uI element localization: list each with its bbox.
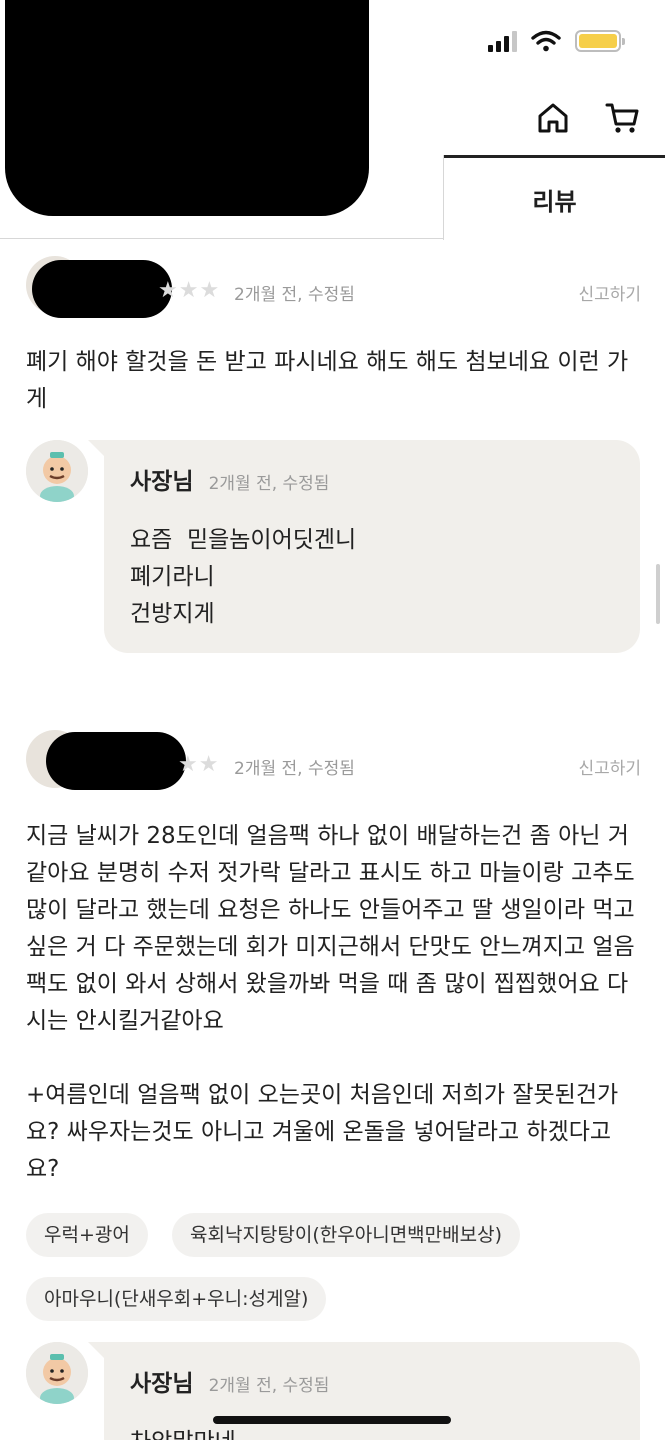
reply-text: 요즘 믿을놈이어딧겐니 폐기라니 건방지게 [130, 522, 614, 633]
reply-line: 건방지게 [130, 601, 215, 627]
status-bar-icons [488, 30, 625, 52]
tab-review[interactable]: 리뷰 [444, 155, 665, 240]
redacted-reviewer-name [46, 732, 186, 790]
tab-review-label: 리뷰 [532, 188, 577, 216]
owner-name: 사장님 [130, 1371, 194, 1397]
rating-stars: ★★★ [158, 278, 221, 303]
tab-bar-border [0, 238, 444, 239]
redacted-reviewer-name [32, 260, 172, 318]
owner-character-icon [26, 1342, 88, 1404]
signal-icon [488, 30, 517, 52]
wifi-icon [531, 30, 561, 52]
review-paragraph: +여름인데 얼음팩 없이 오는곳이 처음인데 저희가 잘못된건가요? 싸우자는것… [26, 1082, 619, 1182]
reply-date: 2개월 전, 수정됨 [208, 1376, 330, 1396]
owner-avatar [26, 1342, 88, 1404]
menu-chip[interactable]: 우럭+광어 [26, 1213, 148, 1257]
review-text: 폐기 해야 할것을 돈 받고 파시네요 해도 해도 첨보네요 이런 가게 [26, 349, 629, 412]
reply-line: 폐기라니 [130, 564, 215, 590]
owner-character-icon [26, 440, 88, 502]
review-date: 2개월 전, 수정됨 [234, 759, 355, 779]
reply-text: 차암말만네 [130, 1424, 614, 1440]
owner-avatar [26, 440, 88, 502]
redacted-status-area [5, 0, 369, 216]
review-date: 2개월 전, 수정됨 [234, 285, 355, 305]
battery-icon [575, 30, 625, 52]
reply-date: 2개월 전, 수정됨 [208, 474, 330, 494]
review-paragraph: 지금 날씨가 28도인데 얼음팩 하나 없이 배달하는건 좀 아닌 거 같아요 … [26, 823, 635, 1034]
review-text: 지금 날씨가 28도인데 얼음팩 하나 없이 배달하는건 좀 아닌 거 같아요 … [26, 818, 641, 1188]
review-header: ★★ 2개월 전, 수정됨 신고하기 [26, 730, 641, 794]
home-indicator[interactable] [213, 1416, 451, 1424]
scroll-indicator[interactable] [656, 564, 660, 624]
report-button[interactable]: 신고하기 [578, 280, 641, 305]
header-actions [535, 100, 641, 136]
report-button[interactable]: 신고하기 [578, 754, 641, 779]
rating-stars: ★★ [178, 752, 220, 777]
reply-bubble: 사장님 2개월 전, 수정됨 요즘 믿을놈이어딧겐니 폐기라니 건방지게 [88, 440, 640, 653]
reply-bubble: 사장님 2개월 전, 수정됨 차암말만네 [88, 1342, 640, 1440]
menu-chip[interactable]: 아마우니(단새우회+우니:성게알) [26, 1277, 327, 1321]
review-header: ★★★ 2개월 전, 수정됨 신고하기 [26, 256, 641, 320]
reply-line: 요즘 믿을놈이어딧겐니 [130, 527, 357, 553]
home-icon[interactable] [535, 100, 571, 136]
menu-chip[interactable]: 육회낙지탕탕이(한우아니면백만배보상) [172, 1213, 520, 1257]
owner-name: 사장님 [130, 469, 194, 495]
cart-icon[interactable] [605, 100, 641, 136]
